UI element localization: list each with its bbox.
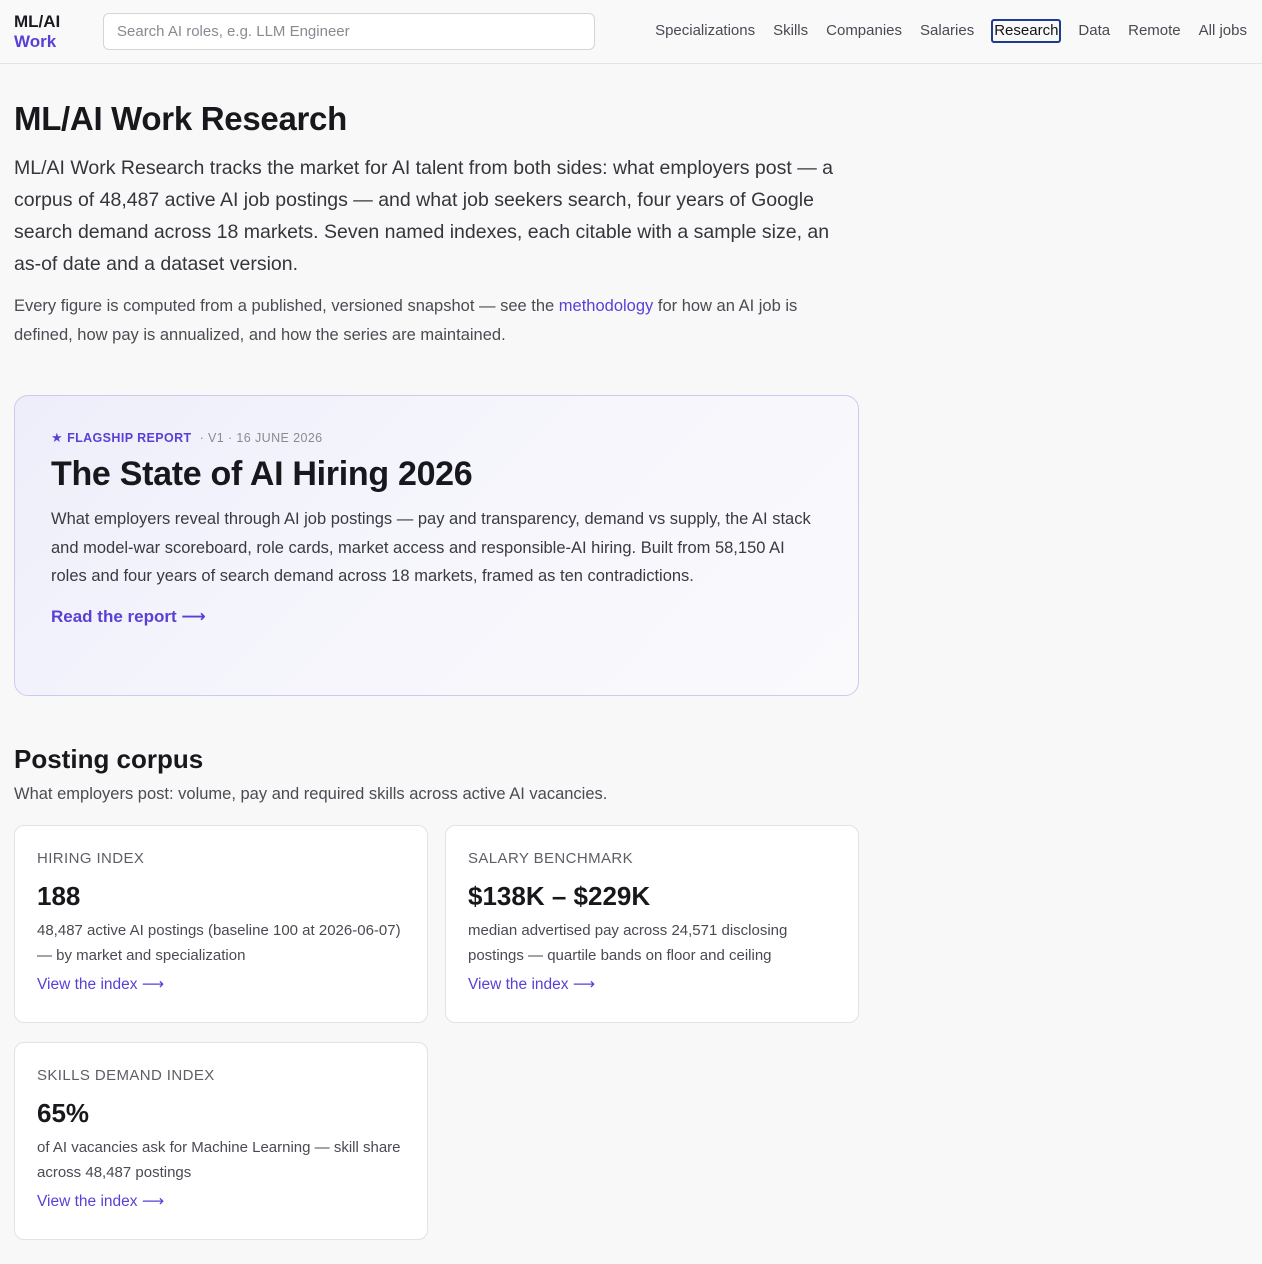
salary-benchmark-card: SALARY BENCHMARK $138K – $229K median ad… bbox=[445, 825, 859, 1023]
nav-remote[interactable]: Remote bbox=[1127, 19, 1182, 43]
card-value: 188 bbox=[37, 881, 81, 911]
flagship-tag: FLAGSHIP REPORT bbox=[67, 431, 192, 445]
main-content: ML/AI Work Research ML/AI Work Research … bbox=[14, 98, 859, 1240]
flagship-title: The State of AI Hiring 2026 bbox=[51, 455, 473, 493]
page-subtext: Every figure is computed from a publishe… bbox=[14, 292, 859, 350]
card-description: of AI vacancies ask for Machine Learning… bbox=[37, 1139, 401, 1181]
index-cards: HIRING INDEX 188 48,487 active AI postin… bbox=[14, 825, 859, 1240]
logo-line-2: Work bbox=[14, 32, 57, 51]
subtext-before: Every figure is computed from a publishe… bbox=[14, 297, 559, 315]
nav-research[interactable]: Research bbox=[991, 19, 1062, 43]
logo-line-1: ML/AI bbox=[14, 12, 61, 31]
card-description: median advertised pay across 24,571 disc… bbox=[468, 922, 788, 964]
skills-demand-index-card: SKILLS DEMAND INDEX 65% of AI vacancies … bbox=[14, 1042, 428, 1240]
flagship-meta: · V1 · 16 JUNE 2026 bbox=[199, 431, 323, 445]
nav-all-jobs[interactable]: All jobs bbox=[1198, 19, 1248, 43]
star-icon: ★ bbox=[51, 430, 64, 445]
view-index-link[interactable]: View the index ⟶ bbox=[468, 975, 595, 994]
card-label: SKILLS DEMAND INDEX bbox=[37, 1067, 215, 1084]
card-label: HIRING INDEX bbox=[37, 850, 145, 867]
nav-specializations[interactable]: Specializations bbox=[654, 19, 756, 43]
view-index-link[interactable]: View the index ⟶ bbox=[37, 975, 164, 994]
hiring-index-card: HIRING INDEX 188 48,487 active AI postin… bbox=[14, 825, 428, 1023]
read-report-link[interactable]: Read the report ⟶ bbox=[51, 607, 206, 627]
page-title: ML/AI Work Research bbox=[14, 100, 347, 137]
nav-skills[interactable]: Skills bbox=[772, 19, 809, 43]
view-index-link[interactable]: View the index ⟶ bbox=[37, 1192, 164, 1211]
flagship-description: What employers reveal through AI job pos… bbox=[51, 510, 811, 585]
flagship-eyebrow: ★ FLAGSHIP REPORT · V1 · 16 JUNE 2026 bbox=[51, 430, 822, 446]
flagship-report-card: ★ FLAGSHIP REPORT · V1 · 16 JUNE 2026 Th… bbox=[14, 395, 859, 696]
nav-salaries[interactable]: Salaries bbox=[919, 19, 975, 43]
methodology-link[interactable]: methodology bbox=[559, 297, 653, 315]
page-lead: ML/AI Work Research tracks the market fo… bbox=[14, 157, 833, 275]
card-value: $138K – $229K bbox=[468, 881, 651, 911]
nav-data[interactable]: Data bbox=[1077, 19, 1111, 43]
nav-companies[interactable]: Companies bbox=[825, 19, 903, 43]
section-subtitle: What employers post: volume, pay and req… bbox=[14, 785, 608, 803]
search-input[interactable] bbox=[103, 13, 595, 50]
card-description: 48,487 active AI postings (baseline 100 … bbox=[37, 922, 401, 964]
top-navigation-bar: ML/AI Work Specializations Skills Compan… bbox=[0, 0, 1262, 64]
card-label: SALARY BENCHMARK bbox=[468, 850, 634, 867]
card-value: 65% bbox=[37, 1098, 90, 1128]
main-nav: Specializations Skills Companies Salarie… bbox=[638, 19, 1248, 43]
posting-corpus-section: Posting corpus What employers post: volu… bbox=[14, 743, 859, 1240]
site-logo[interactable]: ML/AI Work bbox=[14, 12, 60, 52]
section-title: Posting corpus bbox=[14, 744, 204, 774]
